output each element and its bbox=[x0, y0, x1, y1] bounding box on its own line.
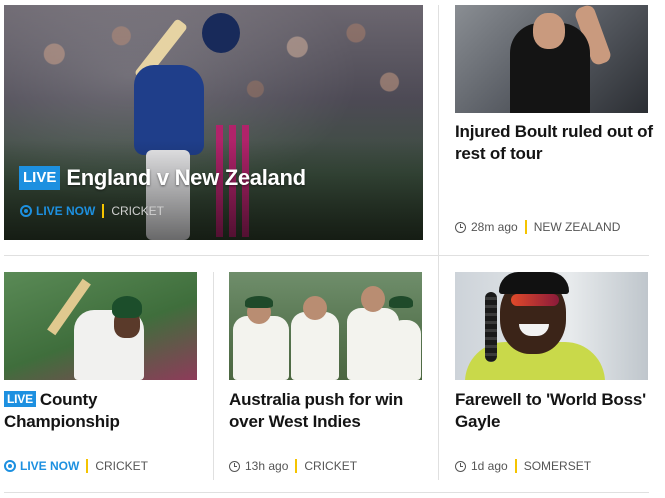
australia-story-image[interactable] bbox=[229, 272, 422, 380]
live-now-label: LIVE NOW bbox=[36, 204, 96, 218]
meta-separator bbox=[524, 220, 527, 234]
live-now-label: LIVE NOW bbox=[20, 459, 80, 473]
row-divider bbox=[4, 255, 649, 256]
boult-story-meta: 28m ago NEW ZEALAND bbox=[455, 220, 620, 234]
meta-separator bbox=[514, 459, 517, 473]
county-story-image[interactable] bbox=[4, 272, 197, 380]
clock-icon bbox=[455, 221, 466, 233]
hero-story-card[interactable]: LIVE England v New Zealand LIVE NOW CRIC… bbox=[4, 5, 423, 240]
meta-separator bbox=[86, 459, 89, 473]
australia-story-title[interactable]: Australia push for win over West Indies bbox=[229, 389, 429, 433]
live-radio-icon bbox=[4, 460, 16, 472]
boult-story-title[interactable]: Injured Boult ruled out of rest of tour bbox=[455, 121, 655, 165]
live-radio-icon bbox=[20, 205, 32, 217]
hero-title[interactable]: England v New Zealand bbox=[66, 165, 306, 191]
category-tag[interactable]: CRICKET bbox=[111, 204, 164, 218]
county-story-headline[interactable]: LIVE County Championship bbox=[4, 389, 204, 433]
category-tag[interactable]: NEW ZEALAND bbox=[534, 220, 621, 234]
clock-icon bbox=[229, 460, 240, 472]
county-story-meta: LIVE NOW CRICKET bbox=[4, 459, 148, 473]
meta-separator bbox=[295, 459, 298, 473]
meta-separator bbox=[102, 204, 105, 218]
bottom-divider bbox=[4, 492, 649, 493]
hero-meta: LIVE NOW CRICKET bbox=[20, 204, 164, 218]
gayle-story-title[interactable]: Farewell to 'World Boss' Gayle bbox=[455, 389, 655, 433]
australia-story-meta: 13h ago CRICKET bbox=[229, 459, 357, 473]
time-ago: 13h ago bbox=[245, 459, 289, 473]
live-badge: LIVE bbox=[4, 391, 36, 407]
column-divider bbox=[213, 272, 214, 480]
boult-story-image[interactable] bbox=[455, 5, 648, 113]
category-tag[interactable]: CRICKET bbox=[304, 459, 357, 473]
time-ago: 1d ago bbox=[471, 459, 508, 473]
gayle-story-image[interactable] bbox=[455, 272, 648, 380]
time-ago: 28m ago bbox=[471, 220, 518, 234]
column-divider bbox=[438, 5, 439, 480]
category-tag[interactable]: CRICKET bbox=[95, 459, 148, 473]
clock-icon bbox=[455, 460, 466, 472]
hero-headline[interactable]: LIVE England v New Zealand bbox=[19, 163, 306, 193]
category-tag[interactable]: SOMERSET bbox=[524, 459, 591, 473]
gayle-story-meta: 1d ago SOMERSET bbox=[455, 459, 591, 473]
live-badge: LIVE bbox=[19, 166, 61, 190]
